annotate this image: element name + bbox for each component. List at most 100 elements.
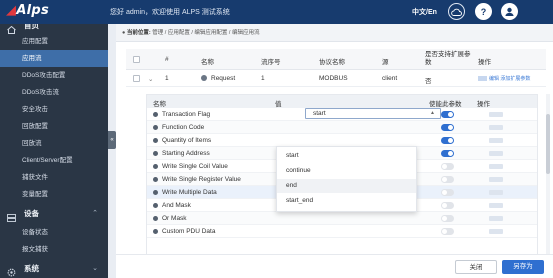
dropdown-option-end[interactable]: end bbox=[277, 179, 416, 193]
transaction-flag-dropdown: start continue end start_end bbox=[276, 146, 417, 212]
param-op-button[interactable] bbox=[489, 177, 503, 182]
row-ops: 编辑 添加扩展参数 bbox=[478, 75, 530, 82]
top-bar: ◢Alps 您好 admin，欢迎使用 ALPS 测试系统 中文/En ? bbox=[0, 0, 553, 24]
help-dot-icon bbox=[153, 202, 158, 208]
sidebar-group-system[interactable]: 系统 ⌄ bbox=[0, 259, 108, 278]
save-as-button[interactable]: 另存为 bbox=[502, 260, 544, 274]
scrollbar[interactable] bbox=[546, 94, 550, 258]
sidebar: 首页 应用配置 应用流 DDoS攻击配置 DDoS攻击流 安全攻击 回放配置 回… bbox=[0, 24, 108, 278]
row-name: Request bbox=[201, 75, 235, 82]
enable-toggle[interactable] bbox=[441, 228, 454, 235]
row-seq: 1 bbox=[261, 75, 265, 82]
col-protocol: 协议名称 bbox=[319, 59, 345, 66]
param-name: Starting Address bbox=[153, 150, 210, 157]
sidebar-item-capture-file[interactable]: 捕获文件 bbox=[0, 169, 108, 186]
dropdown-option-start-end[interactable]: start_end bbox=[277, 194, 416, 208]
enable-toggle[interactable] bbox=[441, 150, 454, 157]
scroll-thumb[interactable] bbox=[546, 114, 550, 174]
sidebar-item-app-config[interactable]: 应用配置 bbox=[0, 33, 108, 50]
sidebar-item-replay-config[interactable]: 回放配置 bbox=[0, 118, 108, 135]
sidebar-item-client-server[interactable]: Client/Server配置 bbox=[0, 152, 108, 169]
row-protocol: MODBUS bbox=[319, 75, 348, 82]
alps-logo: ◢Alps bbox=[6, 3, 50, 18]
help-icon[interactable]: ? bbox=[475, 3, 492, 20]
edit-link[interactable]: 编辑 bbox=[489, 76, 499, 82]
sub-col-value: 值 bbox=[275, 101, 282, 108]
sidebar-item-device-status[interactable]: 设备状态 bbox=[0, 224, 108, 241]
breadcrumb-path: 管理 / 应用配置 / 编辑应用配置 / 编辑应用流 bbox=[152, 30, 260, 36]
param-op-button[interactable] bbox=[489, 229, 503, 234]
col-source: 源 bbox=[382, 59, 389, 66]
sidebar-item-variable-config[interactable]: 变量配置 bbox=[0, 186, 108, 203]
sidebar-item-packet-capture[interactable]: 报文捕获 bbox=[0, 241, 108, 258]
row-source: client bbox=[382, 75, 398, 82]
add-extension-link[interactable]: 添加扩展参数 bbox=[500, 76, 530, 82]
enable-toggle[interactable] bbox=[441, 176, 454, 183]
param-name: Transaction Flag bbox=[153, 111, 210, 118]
help-dot-icon bbox=[153, 150, 158, 156]
param-op-button[interactable] bbox=[489, 190, 503, 195]
dropdown-option-start[interactable]: start bbox=[277, 149, 416, 163]
help-dot-icon bbox=[153, 137, 158, 143]
sidebar-item-ddos-config[interactable]: DDoS攻击配置 bbox=[0, 67, 108, 84]
col-ops: 操作 bbox=[478, 59, 491, 66]
enable-toggle[interactable] bbox=[441, 137, 454, 144]
help-dot-icon bbox=[153, 124, 158, 130]
sub-col-enable: 使能此参数 bbox=[429, 101, 462, 108]
enable-toggle[interactable] bbox=[441, 111, 454, 118]
enable-toggle[interactable] bbox=[441, 202, 454, 209]
sidebar-collapse-toggle[interactable]: « bbox=[108, 131, 116, 149]
param-name: Or Mask bbox=[153, 215, 187, 222]
help-dot-icon bbox=[153, 111, 158, 117]
location-icon: ● bbox=[122, 30, 126, 36]
param-name: Write Single Coil Value bbox=[153, 163, 228, 170]
sub-col-name: 名称 bbox=[153, 101, 166, 108]
edit-icon[interactable] bbox=[478, 76, 487, 82]
enable-toggle[interactable] bbox=[441, 215, 454, 222]
param-name: Write Multiple Data bbox=[153, 189, 217, 196]
sidebar-item-app-flow[interactable]: 应用流 bbox=[0, 50, 108, 67]
sidebar-group-device[interactable]: 设备 ⌃ bbox=[0, 204, 108, 224]
flow-table-header: # 名称 流序号 协议名称 源 是否支持扩展参数 操作 bbox=[126, 49, 546, 70]
param-row[interactable]: Or Mask bbox=[147, 212, 537, 225]
param-op-button[interactable] bbox=[489, 125, 503, 130]
select-all-checkbox[interactable] bbox=[133, 56, 140, 63]
param-name: Quantity of Items bbox=[153, 137, 211, 144]
param-op-button[interactable] bbox=[489, 151, 503, 156]
param-op-button[interactable] bbox=[489, 216, 503, 221]
enable-toggle[interactable] bbox=[441, 163, 454, 170]
transaction-flag-select[interactable]: start ▲ bbox=[305, 108, 441, 119]
sidebar-item-replay-flow[interactable]: 回放流 bbox=[0, 135, 108, 152]
help-dot-icon bbox=[153, 176, 158, 182]
close-button[interactable]: 关闭 bbox=[455, 260, 497, 274]
sub-col-ops: 操作 bbox=[477, 101, 490, 108]
enable-toggle[interactable] bbox=[441, 124, 454, 131]
param-name: And Mask bbox=[153, 202, 191, 209]
param-op-button[interactable] bbox=[489, 112, 503, 117]
col-num: # bbox=[165, 56, 169, 63]
user-icon[interactable] bbox=[501, 3, 518, 20]
breadcrumb: ● 当前位置: 管理 / 应用配置 / 编辑应用配置 / 编辑应用流 bbox=[116, 24, 553, 42]
row-expand: 否 bbox=[425, 78, 432, 85]
cloud-icon[interactable] bbox=[448, 3, 465, 20]
col-name: 名称 bbox=[201, 59, 214, 66]
sidebar-item-security-attack[interactable]: 安全攻击 bbox=[0, 101, 108, 118]
param-name: Custom PDU Data bbox=[153, 228, 215, 235]
footer-bar: 关闭 另存为 bbox=[116, 254, 553, 278]
gear-icon bbox=[201, 75, 207, 82]
sidebar-item-ddos-flow[interactable]: DDoS攻击流 bbox=[0, 84, 108, 101]
row-checkbox[interactable] bbox=[133, 75, 140, 82]
param-op-button[interactable] bbox=[489, 138, 503, 143]
param-row[interactable]: Function Code bbox=[147, 121, 537, 134]
enable-toggle[interactable] bbox=[441, 189, 454, 196]
expand-chevron-icon[interactable]: ⌄ bbox=[148, 75, 153, 83]
param-op-button[interactable] bbox=[489, 164, 503, 169]
language-switch[interactable]: 中文/En bbox=[412, 7, 437, 17]
table-row[interactable]: ⌄ 1 Request 1 MODBUS client 否 编辑 添加扩展参数 bbox=[126, 70, 546, 87]
system-gear-icon bbox=[7, 265, 16, 277]
param-row[interactable]: Custom PDU Data bbox=[147, 225, 537, 238]
dropdown-option-continue[interactable]: continue bbox=[277, 164, 416, 178]
home-icon bbox=[7, 24, 16, 34]
row-num: 1 bbox=[165, 75, 169, 82]
param-op-button[interactable] bbox=[489, 203, 503, 208]
